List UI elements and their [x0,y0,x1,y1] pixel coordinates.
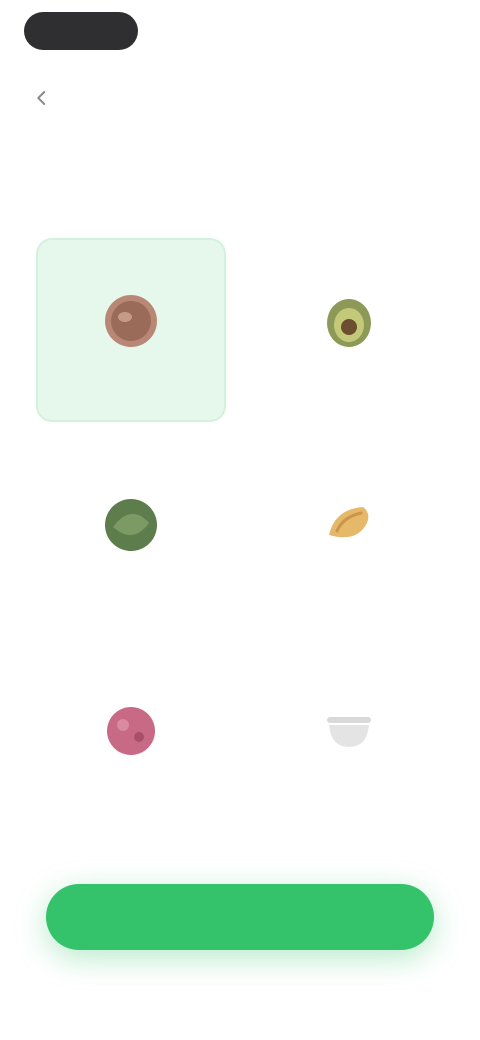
chevron-left-icon [37,91,46,105]
option-card[interactable] [36,238,226,422]
meat-icon [99,289,163,353]
avocado-icon [317,289,381,353]
bowl-icon [317,697,381,761]
screen [0,0,480,1040]
option-card[interactable] [36,442,226,626]
option-card[interactable] [254,238,444,422]
option-card[interactable] [254,646,444,830]
leaf-icon [99,493,163,557]
option-card[interactable] [36,646,226,830]
status-bar-pill [24,12,138,50]
back-button[interactable] [24,80,60,116]
option-card[interactable] [254,442,444,626]
continue-button[interactable] [46,884,434,950]
bread-icon [317,493,381,557]
options-grid [36,238,444,830]
berry-icon [99,697,163,761]
